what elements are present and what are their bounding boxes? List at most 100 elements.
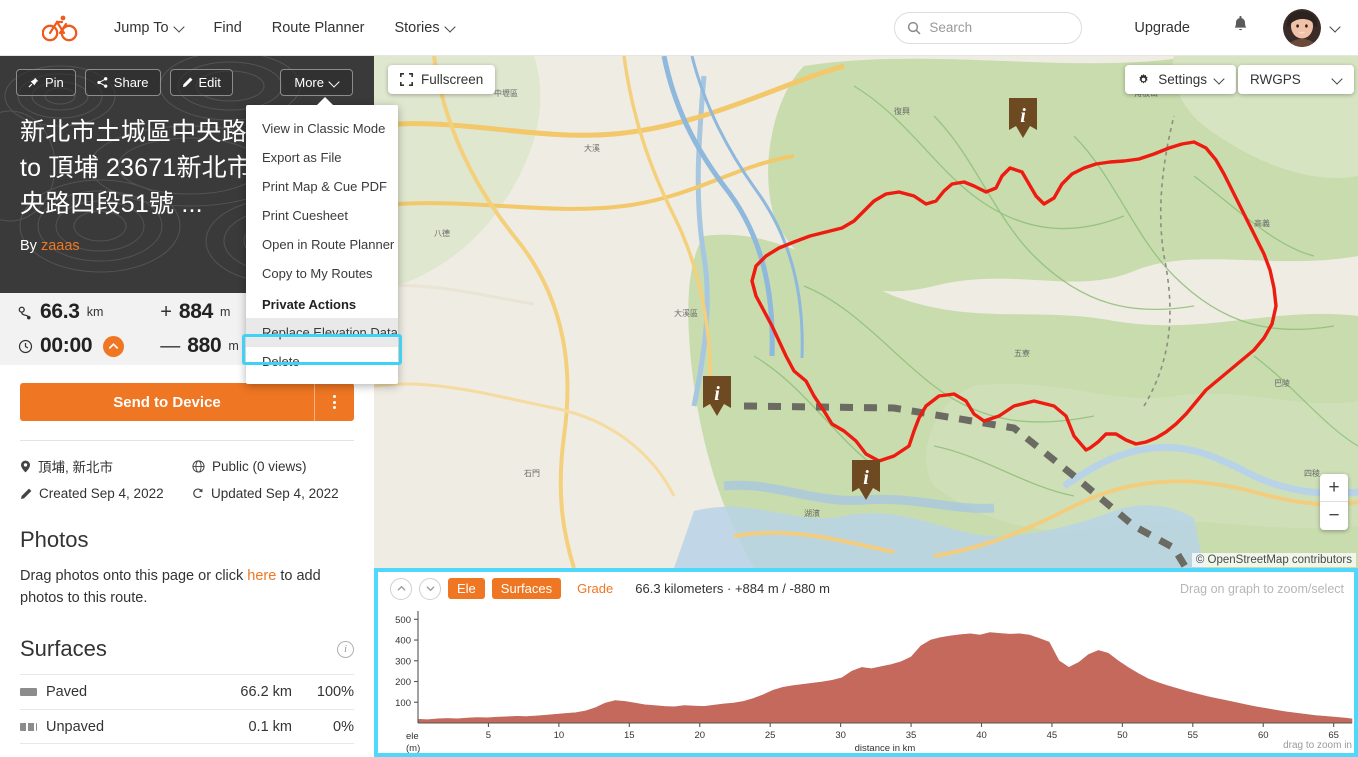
- svg-text:35: 35: [906, 730, 917, 741]
- svg-text:500: 500: [395, 615, 411, 626]
- svg-text:5: 5: [486, 730, 491, 741]
- distance-value: 66.3: [40, 300, 80, 323]
- elevation-chart-svg[interactable]: 1002003004005005 10 15 20 25 30 35 40 45 50 55 60 65…: [378, 605, 1358, 755]
- more-button[interactable]: More: [280, 69, 353, 96]
- svg-text:10: 10: [554, 730, 565, 741]
- info-marker-icon[interactable]: i: [848, 458, 884, 511]
- fullscreen-label: Fullscreen: [421, 72, 484, 87]
- search-box[interactable]: [894, 11, 1083, 44]
- photos-add-link[interactable]: here: [247, 568, 276, 584]
- menu-item-print-cuesheet[interactable]: Print Cuesheet: [246, 201, 398, 230]
- by-prefix: By: [20, 238, 37, 254]
- avatar[interactable]: [1283, 8, 1321, 47]
- svg-text:五寮: 五寮: [1014, 348, 1030, 358]
- map-zoom-controls: + −: [1320, 474, 1348, 530]
- route-action-buttons: Pin Share Edit More: [0, 56, 374, 96]
- svg-text:30: 30: [835, 730, 846, 741]
- share-button[interactable]: Share: [84, 69, 161, 96]
- nav-label: Stories: [394, 19, 440, 36]
- menu-item-copy-to-my-routes[interactable]: Copy to My Routes: [246, 259, 398, 288]
- tab-grade[interactable]: Grade: [568, 578, 622, 599]
- chevron-down-icon: [330, 78, 339, 87]
- surfaces-heading: Surfaces i: [0, 636, 374, 662]
- pin-button[interactable]: Pin: [16, 69, 76, 96]
- chart-zoom-hint: drag to zoom in: [1283, 740, 1352, 751]
- route-meta: 頂埔, 新北市 Public (0 views) Created Sep 4, …: [20, 440, 354, 501]
- fullscreen-button[interactable]: Fullscreen: [388, 65, 496, 94]
- chevron-down-icon: [1215, 75, 1224, 84]
- bicycle-logo-icon[interactable]: [40, 11, 80, 45]
- map-attribution[interactable]: © OpenStreetMap contributors: [1191, 553, 1356, 567]
- surface-percent: 0%: [333, 718, 354, 735]
- svg-text:復興: 復興: [894, 106, 910, 116]
- elevation-header: Ele Surfaces Grade 66.3 kilometers · +88…: [378, 572, 1354, 605]
- edit-button[interactable]: Edit: [169, 69, 233, 96]
- meta-created-text: Created Sep 4, 2022: [39, 486, 164, 501]
- descent-value: 880: [187, 334, 222, 357]
- route-detail-page: Jump To Find Route Planner Stories Searc…: [0, 0, 1358, 757]
- nav-item-route-planner[interactable]: Route Planner: [272, 20, 365, 36]
- distance-unit: km: [86, 305, 104, 319]
- svg-text:40: 40: [976, 730, 987, 741]
- author-link[interactable]: zaaas: [41, 238, 80, 254]
- search-input[interactable]: [929, 20, 1070, 35]
- nav-item-find[interactable]: Find: [214, 20, 242, 36]
- stat-ascent: + 884 m: [160, 299, 239, 325]
- zoom-in-button[interactable]: +: [1320, 474, 1348, 502]
- collapse-panel-button[interactable]: [390, 577, 412, 600]
- svg-text:100: 100: [395, 698, 411, 709]
- meta-location: 頂埔, 新北市: [20, 456, 192, 476]
- notification-bell-icon[interactable]: [1232, 15, 1249, 40]
- svg-text:20: 20: [694, 730, 705, 741]
- map-layer-select[interactable]: RWGPS: [1238, 65, 1354, 94]
- info-marker-icon[interactable]: i: [699, 374, 735, 427]
- user-menu[interactable]: [1283, 8, 1340, 47]
- info-icon[interactable]: i: [337, 640, 354, 658]
- svg-text:distance in km: distance in km: [855, 743, 916, 754]
- meta-visibility: Public (0 views): [192, 456, 354, 476]
- svg-text:200: 200: [395, 677, 411, 688]
- elevation-drag-hint: Drag on graph to zoom/select: [1180, 581, 1344, 596]
- svg-text:25: 25: [765, 730, 776, 741]
- nav-item-stories[interactable]: Stories: [394, 20, 454, 36]
- fullscreen-icon: [400, 73, 413, 86]
- share-label: Share: [113, 75, 149, 90]
- clock-icon: [18, 339, 33, 353]
- expand-panel-button[interactable]: [419, 577, 441, 600]
- menu-item-export-file[interactable]: Export as File: [246, 143, 398, 172]
- menu-item-replace-elevation-data[interactable]: Replace Elevation Data: [246, 318, 398, 347]
- globe-icon: [192, 459, 205, 473]
- svg-text:i: i: [714, 383, 720, 405]
- elevation-chart[interactable]: 100 200 300 400 500 5 10 15 20 25 30 35 40 45 50 55 60 65…: [378, 605, 1358, 755]
- send-to-device-button[interactable]: Send to Device: [20, 383, 354, 421]
- info-marker-icon[interactable]: i: [1005, 96, 1041, 149]
- ascent-unit: m: [220, 305, 231, 319]
- menu-item-delete[interactable]: Delete: [246, 347, 398, 376]
- photos-text-before: Drag photos onto this page or click: [20, 568, 248, 584]
- elevation-profile-panel: Ele Surfaces Grade 66.3 kilometers · +88…: [374, 568, 1358, 757]
- chevron-down-icon: [426, 586, 434, 592]
- map-settings-button[interactable]: Settings: [1125, 65, 1236, 94]
- tab-ele[interactable]: Ele: [448, 578, 485, 599]
- map-canvas[interactable]: 中壢區大溪 復興角板山 大溪區五寮 石門湖濱 巴陵高義 八德四稜 Fullscr…: [374, 56, 1358, 568]
- top-navigation-bar: Jump To Find Route Planner Stories Searc…: [0, 0, 1358, 56]
- elevation-toggle-icon[interactable]: [103, 335, 125, 357]
- menu-item-open-route-planner[interactable]: Open in Route Planner: [246, 230, 398, 259]
- time-value: 00:00: [40, 334, 93, 357]
- tab-surfaces[interactable]: Surfaces: [491, 578, 562, 599]
- svg-text:55: 55: [1188, 730, 1199, 741]
- menu-item-view-classic[interactable]: View in Classic Mode: [246, 114, 398, 143]
- menu-item-print-map-cue-pdf[interactable]: Print Map & Cue PDF: [246, 172, 398, 201]
- nav-label: Jump To: [114, 19, 169, 36]
- surfaces-table: Paved 66.2 km 100% Unpaved 0.1 km 0%: [20, 674, 354, 744]
- photos-help-text: Drag photos onto this page or click here…: [0, 553, 374, 609]
- nav-item-jump-to[interactable]: Jump To: [114, 20, 184, 36]
- route-distance-icon: [18, 306, 31, 319]
- zoom-out-button[interactable]: −: [1320, 502, 1348, 530]
- pencil-icon: [182, 77, 192, 88]
- send-options-kebab-icon[interactable]: [314, 383, 354, 421]
- chevron-down-icon: [446, 23, 455, 32]
- surface-name: Paved: [46, 684, 88, 700]
- upgrade-link[interactable]: Upgrade: [1134, 20, 1190, 36]
- photos-heading: Photos: [0, 527, 374, 553]
